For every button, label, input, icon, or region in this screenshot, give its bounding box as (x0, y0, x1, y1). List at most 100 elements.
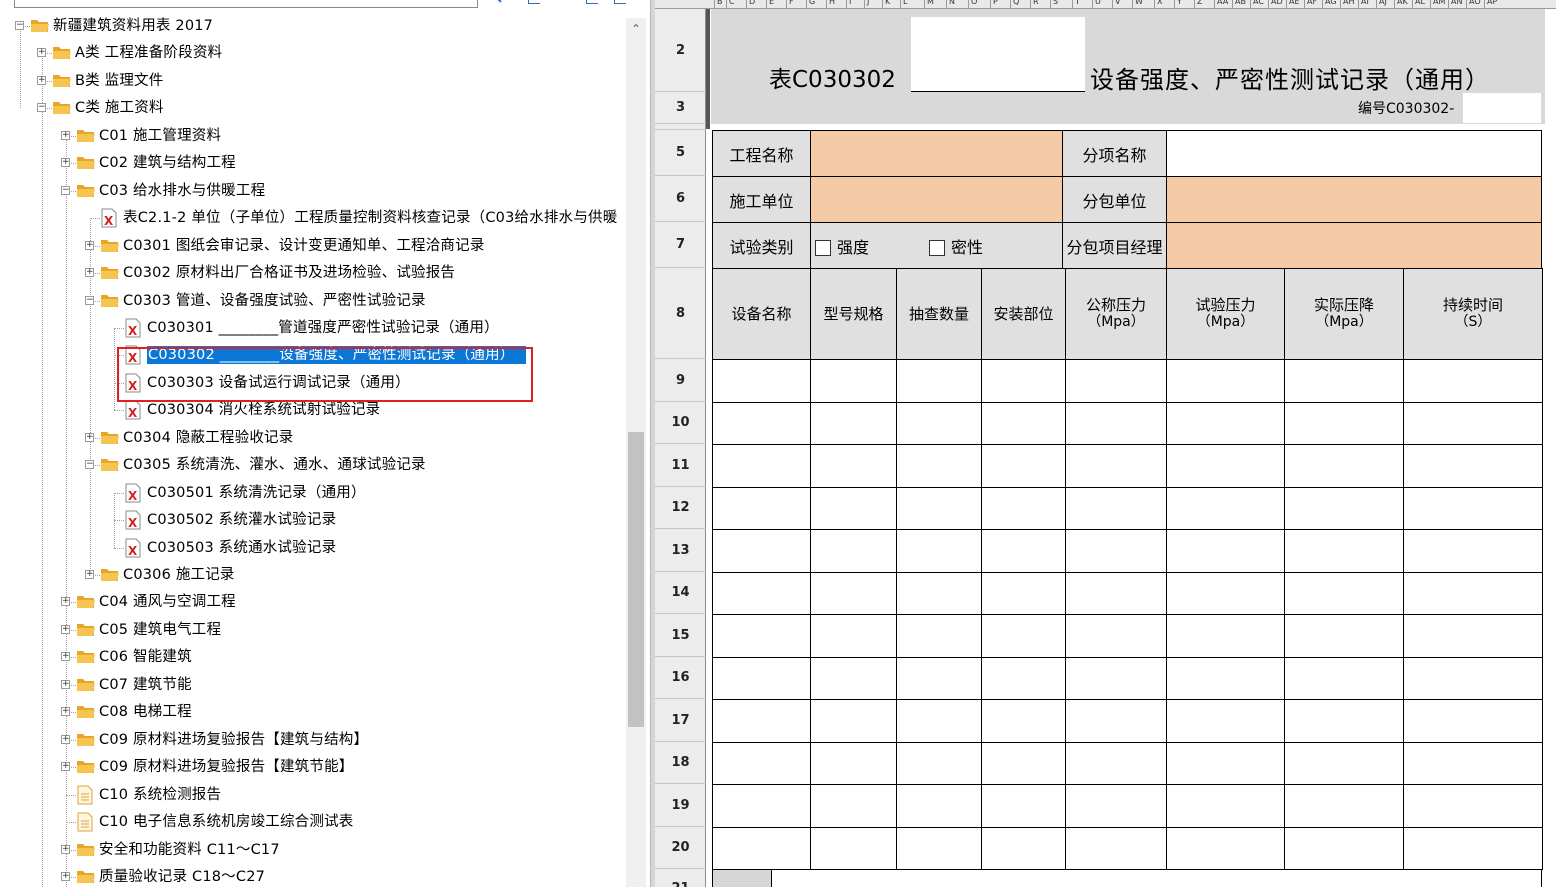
row-number[interactable]: 13 (655, 529, 706, 572)
column-letter[interactable]: AJ (1379, 0, 1387, 7)
table-cell[interactable] (1284, 827, 1404, 870)
table-cell[interactable] (712, 529, 811, 573)
table-cell[interactable] (981, 657, 1066, 700)
table-cell[interactable] (896, 784, 982, 828)
table-cell[interactable] (981, 444, 1066, 488)
column-letter[interactable]: N (949, 0, 955, 7)
column-letter[interactable]: AI (1361, 0, 1369, 7)
tree-item[interactable]: X C030503 系统通水试验记录 (0, 535, 626, 562)
table-cell[interactable] (1065, 784, 1167, 828)
scroll-up-arrow-icon[interactable]: ⌃ (626, 18, 646, 40)
column-letter[interactable]: AN (1451, 0, 1462, 7)
column-letter[interactable]: P (993, 0, 998, 7)
tree-item[interactable]: + C09 原材料进场复验报告【建筑与结构】 (0, 727, 626, 754)
table-cell[interactable] (1403, 402, 1543, 445)
table-cell[interactable] (1065, 614, 1167, 658)
table-cell[interactable] (1403, 614, 1543, 658)
table-cell[interactable] (712, 444, 811, 488)
tree-item[interactable]: X C030502 系统灌水试验记录 (0, 507, 626, 534)
tree-item[interactable]: + C02 建筑与结构工程 (0, 150, 626, 177)
column-letter[interactable]: V (1115, 0, 1120, 7)
column-letter[interactable]: AG (1325, 0, 1337, 7)
row-number[interactable]: 9 (655, 359, 706, 402)
expand-icon[interactable]: + (61, 130, 70, 140)
table-cell[interactable] (810, 699, 897, 743)
table-cell[interactable] (1166, 402, 1285, 445)
table-cell[interactable] (896, 572, 982, 615)
table-cell[interactable] (712, 359, 811, 403)
tree-item[interactable]: + C0304 隐蔽工程验收记录 (0, 425, 626, 452)
table-cell[interactable] (1403, 444, 1543, 488)
spreadsheet[interactable]: B C D E F G H I J K L M N O P Q R S T U V W X Y Z AA AB AC AD AE AF AG A… (655, 0, 1556, 887)
column-letter[interactable]: AF (1307, 0, 1317, 7)
expand-icon[interactable]: + (61, 679, 70, 689)
table-cell[interactable] (981, 614, 1066, 658)
table-cell[interactable] (896, 402, 982, 445)
table-cell[interactable] (1403, 487, 1543, 530)
column-letter[interactable]: F (789, 0, 794, 7)
tree-item[interactable]: + B类 监理文件 (0, 68, 626, 95)
row-number[interactable]: 16 (655, 657, 706, 699)
column-letter[interactable]: Z (1197, 0, 1202, 7)
table-cell[interactable] (981, 402, 1066, 445)
arrow-icon[interactable] (614, 0, 626, 4)
table-cell[interactable] (810, 614, 897, 658)
table-cell[interactable] (1166, 359, 1285, 403)
table-cell[interactable] (712, 827, 811, 870)
column-letter[interactable]: K (885, 0, 890, 7)
collapse-icon[interactable]: − (15, 21, 24, 30)
row-number[interactable]: 15 (655, 614, 706, 657)
table-cell[interactable] (1166, 699, 1285, 743)
table-cell[interactable] (981, 742, 1066, 785)
table-cell[interactable] (1284, 572, 1404, 615)
column-letter[interactable]: B (717, 0, 723, 7)
table-cell[interactable] (1166, 614, 1285, 658)
tree-item[interactable]: − C0305 系统清洗、灌水、通水、通球试验记录 (0, 452, 626, 479)
row-number[interactable]: 11 (655, 444, 706, 487)
column-letter[interactable]: Q (1013, 0, 1019, 7)
table-cell[interactable] (981, 529, 1066, 573)
expand-icon[interactable]: + (61, 734, 70, 744)
column-letter[interactable]: E (769, 0, 774, 7)
table-cell[interactable] (896, 614, 982, 658)
row-number[interactable]: 14 (655, 572, 706, 614)
table-cell[interactable] (1166, 444, 1285, 488)
column-letter[interactable]: D (749, 0, 755, 7)
row-number[interactable]: 10 (655, 402, 706, 444)
table-cell[interactable] (1065, 529, 1167, 573)
table-cell[interactable] (1065, 699, 1167, 743)
expand-icon[interactable]: + (61, 707, 70, 717)
column-letter[interactable]: J (867, 0, 869, 7)
column-letter[interactable]: AH (1343, 0, 1355, 7)
expand-icon[interactable]: + (85, 268, 94, 278)
tree-item[interactable]: + A类 工程准备阶段资料 (0, 40, 626, 67)
column-letter[interactable]: C (729, 0, 735, 7)
table-cell[interactable] (1284, 529, 1404, 573)
table-cell[interactable] (712, 699, 811, 743)
table-cell[interactable] (1284, 657, 1404, 700)
table-cell[interactable] (1403, 529, 1543, 573)
table-cell[interactable] (1065, 827, 1167, 870)
tree-item[interactable]: + C0306 施工记录 (0, 562, 626, 589)
tree-item[interactable]: + C09 原材料进场复验报告【建筑节能】 (0, 754, 626, 781)
tree-scrollbar[interactable]: ⌃ (626, 18, 646, 887)
tree-item[interactable]: + 质量验收记录 C18～C27 (0, 864, 626, 887)
column-letter[interactable]: AC (1253, 0, 1264, 7)
table-cell[interactable] (810, 657, 897, 700)
tree-search-input[interactable] (14, 0, 478, 8)
row-number[interactable]: 21 (655, 869, 706, 887)
expand-icon[interactable]: + (37, 48, 46, 58)
column-letter[interactable]: L (903, 0, 907, 7)
collapse-icon[interactable]: − (85, 295, 94, 305)
scroll-thumb[interactable] (628, 432, 644, 727)
table-cell[interactable] (1166, 529, 1285, 573)
table-cell[interactable] (1284, 444, 1404, 488)
table-cell[interactable] (1284, 699, 1404, 743)
table-cell[interactable] (1166, 657, 1285, 700)
table-cell[interactable] (981, 487, 1066, 530)
column-letter[interactable]: G (809, 0, 815, 7)
table-cell[interactable] (1403, 657, 1543, 700)
table-cell[interactable] (810, 359, 897, 403)
table-cell[interactable] (1166, 742, 1285, 785)
table-cell[interactable] (1065, 359, 1167, 403)
